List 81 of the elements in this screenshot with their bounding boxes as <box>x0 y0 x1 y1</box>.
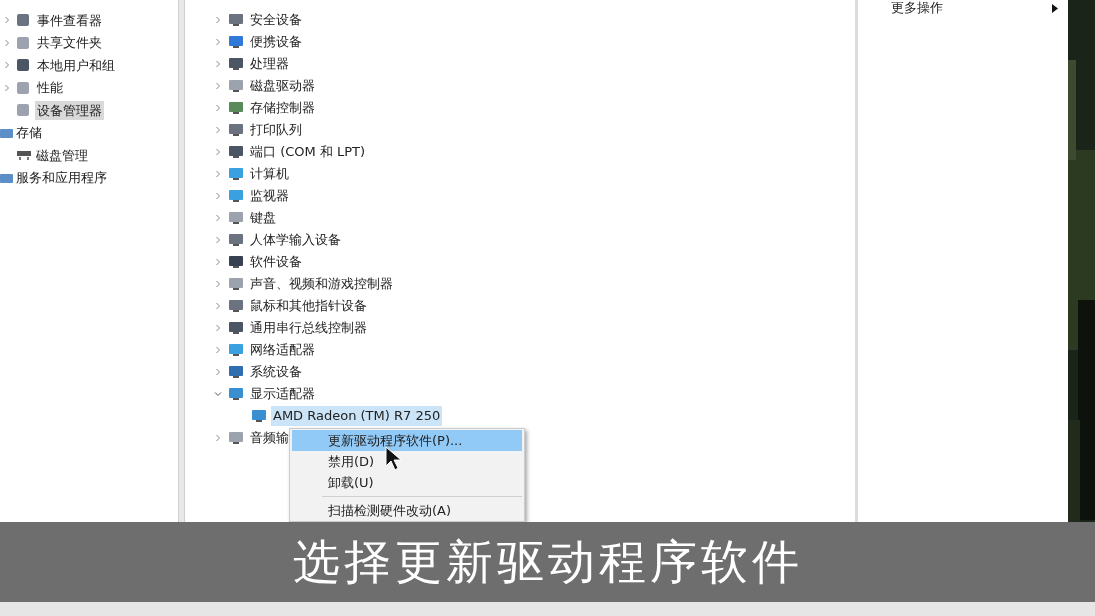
expand-chevron-icon[interactable] <box>214 214 222 222</box>
device-icon <box>228 13 244 27</box>
device-category[interactable]: 系统设备 <box>250 362 302 382</box>
device-category[interactable]: 打印队列 <box>250 120 302 140</box>
expand-chevron-icon[interactable] <box>214 368 222 376</box>
device-category[interactable]: 软件设备 <box>250 252 302 272</box>
device-icon <box>228 387 244 401</box>
device-icon <box>228 233 244 247</box>
collapse-chevron-icon[interactable] <box>214 390 222 398</box>
device-icon <box>228 189 244 203</box>
expand-chevron-icon[interactable] <box>214 148 222 156</box>
expand-chevron-icon[interactable] <box>214 302 222 310</box>
expand-chevron-icon[interactable] <box>214 346 222 354</box>
expand-chevron-icon[interactable] <box>3 38 11 47</box>
subtitle-text: 选择更新驱动程序软件 <box>292 532 803 591</box>
device-category[interactable]: 监视器 <box>250 186 289 206</box>
device-category[interactable]: 磁盘驱动器 <box>250 76 315 96</box>
submenu-arrow-icon <box>1052 3 1058 13</box>
device-category[interactable]: 便携设备 <box>250 32 302 52</box>
device-icon <box>228 101 244 115</box>
expand-chevron-icon[interactable] <box>214 38 222 46</box>
device-icon <box>228 343 244 357</box>
disk-icon <box>16 149 32 162</box>
device-icon <box>228 167 244 181</box>
menu-item[interactable]: 禁用(D) <box>292 451 522 472</box>
expand-chevron-icon[interactable] <box>214 434 222 442</box>
expand-chevron-icon[interactable] <box>214 280 222 288</box>
tree-item[interactable]: 共享文件夹 <box>35 33 104 53</box>
expand-chevron-icon[interactable] <box>214 192 222 200</box>
device-item[interactable]: AMD Radeon (TM) R7 250 <box>271 406 443 426</box>
menu-item[interactable]: 卸载(U) <box>292 472 522 493</box>
device-icon <box>228 57 244 71</box>
tree-item[interactable]: 服务和应用程序 <box>16 168 107 188</box>
device-category[interactable]: 网络适配器 <box>250 340 315 360</box>
menu-item[interactable]: 扫描检测硬件改动(A) <box>292 500 522 521</box>
device-icon <box>228 277 244 291</box>
device-category[interactable]: 人体学输入设备 <box>250 230 341 250</box>
tree-item[interactable]: 存储 <box>16 123 42 143</box>
expand-chevron-icon[interactable] <box>3 83 11 92</box>
device-category[interactable]: 键盘 <box>250 208 276 228</box>
device-icon <box>228 299 244 313</box>
device-icon <box>228 79 244 93</box>
expand-chevron-icon[interactable] <box>3 61 11 70</box>
tree-item[interactable]: 性能 <box>35 78 65 98</box>
device-icon <box>251 409 267 423</box>
device-icon <box>228 211 244 225</box>
tree-item[interactable]: 磁盘管理 <box>36 145 88 165</box>
expand-chevron-icon[interactable] <box>214 324 222 332</box>
device-icon <box>228 431 244 445</box>
device-category[interactable]: 音频输 <box>250 428 289 448</box>
action-item[interactable]: 更多操作 <box>891 0 1052 18</box>
expand-chevron-icon[interactable] <box>214 126 222 134</box>
menu-item[interactable]: 更新驱动程序软件(P)... <box>292 430 522 451</box>
device-icon <box>228 255 244 269</box>
device-icon <box>228 365 244 379</box>
device-category[interactable]: 安全设备 <box>250 10 302 30</box>
expand-chevron-icon[interactable] <box>214 258 222 266</box>
device-icon <box>228 35 244 49</box>
device-category[interactable]: 端口 (COM 和 LPT) <box>250 142 366 162</box>
device-category[interactable]: 计算机 <box>250 164 289 184</box>
device-icon <box>228 123 244 137</box>
device-icon <box>228 321 244 335</box>
tree-item[interactable]: 本地用户和组 <box>35 55 117 75</box>
expand-chevron-icon[interactable] <box>214 16 222 24</box>
expand-chevron-icon[interactable] <box>3 16 11 25</box>
mouse-cursor-icon <box>385 446 403 472</box>
device-category[interactable]: 鼠标和其他指针设备 <box>250 296 367 316</box>
device-category[interactable]: 处理器 <box>250 54 289 74</box>
device-category[interactable]: 显示适配器 <box>250 384 315 404</box>
expand-chevron-icon[interactable] <box>214 60 222 68</box>
expand-chevron-icon[interactable] <box>214 82 222 90</box>
tree-item[interactable]: 事件查看器 <box>35 10 104 30</box>
device-category[interactable]: 存储控制器 <box>250 98 315 118</box>
expand-chevron-icon[interactable] <box>214 104 222 112</box>
tree-item[interactable]: 设备管理器 <box>35 100 104 120</box>
device-category[interactable]: 通用串行总线控制器 <box>250 318 367 338</box>
device-icon <box>228 145 244 159</box>
expand-chevron-icon[interactable] <box>214 236 222 244</box>
device-category[interactable]: 声音、视频和游戏控制器 <box>250 274 393 294</box>
scrollbar[interactable] <box>178 0 185 522</box>
expand-chevron-icon[interactable] <box>214 170 222 178</box>
